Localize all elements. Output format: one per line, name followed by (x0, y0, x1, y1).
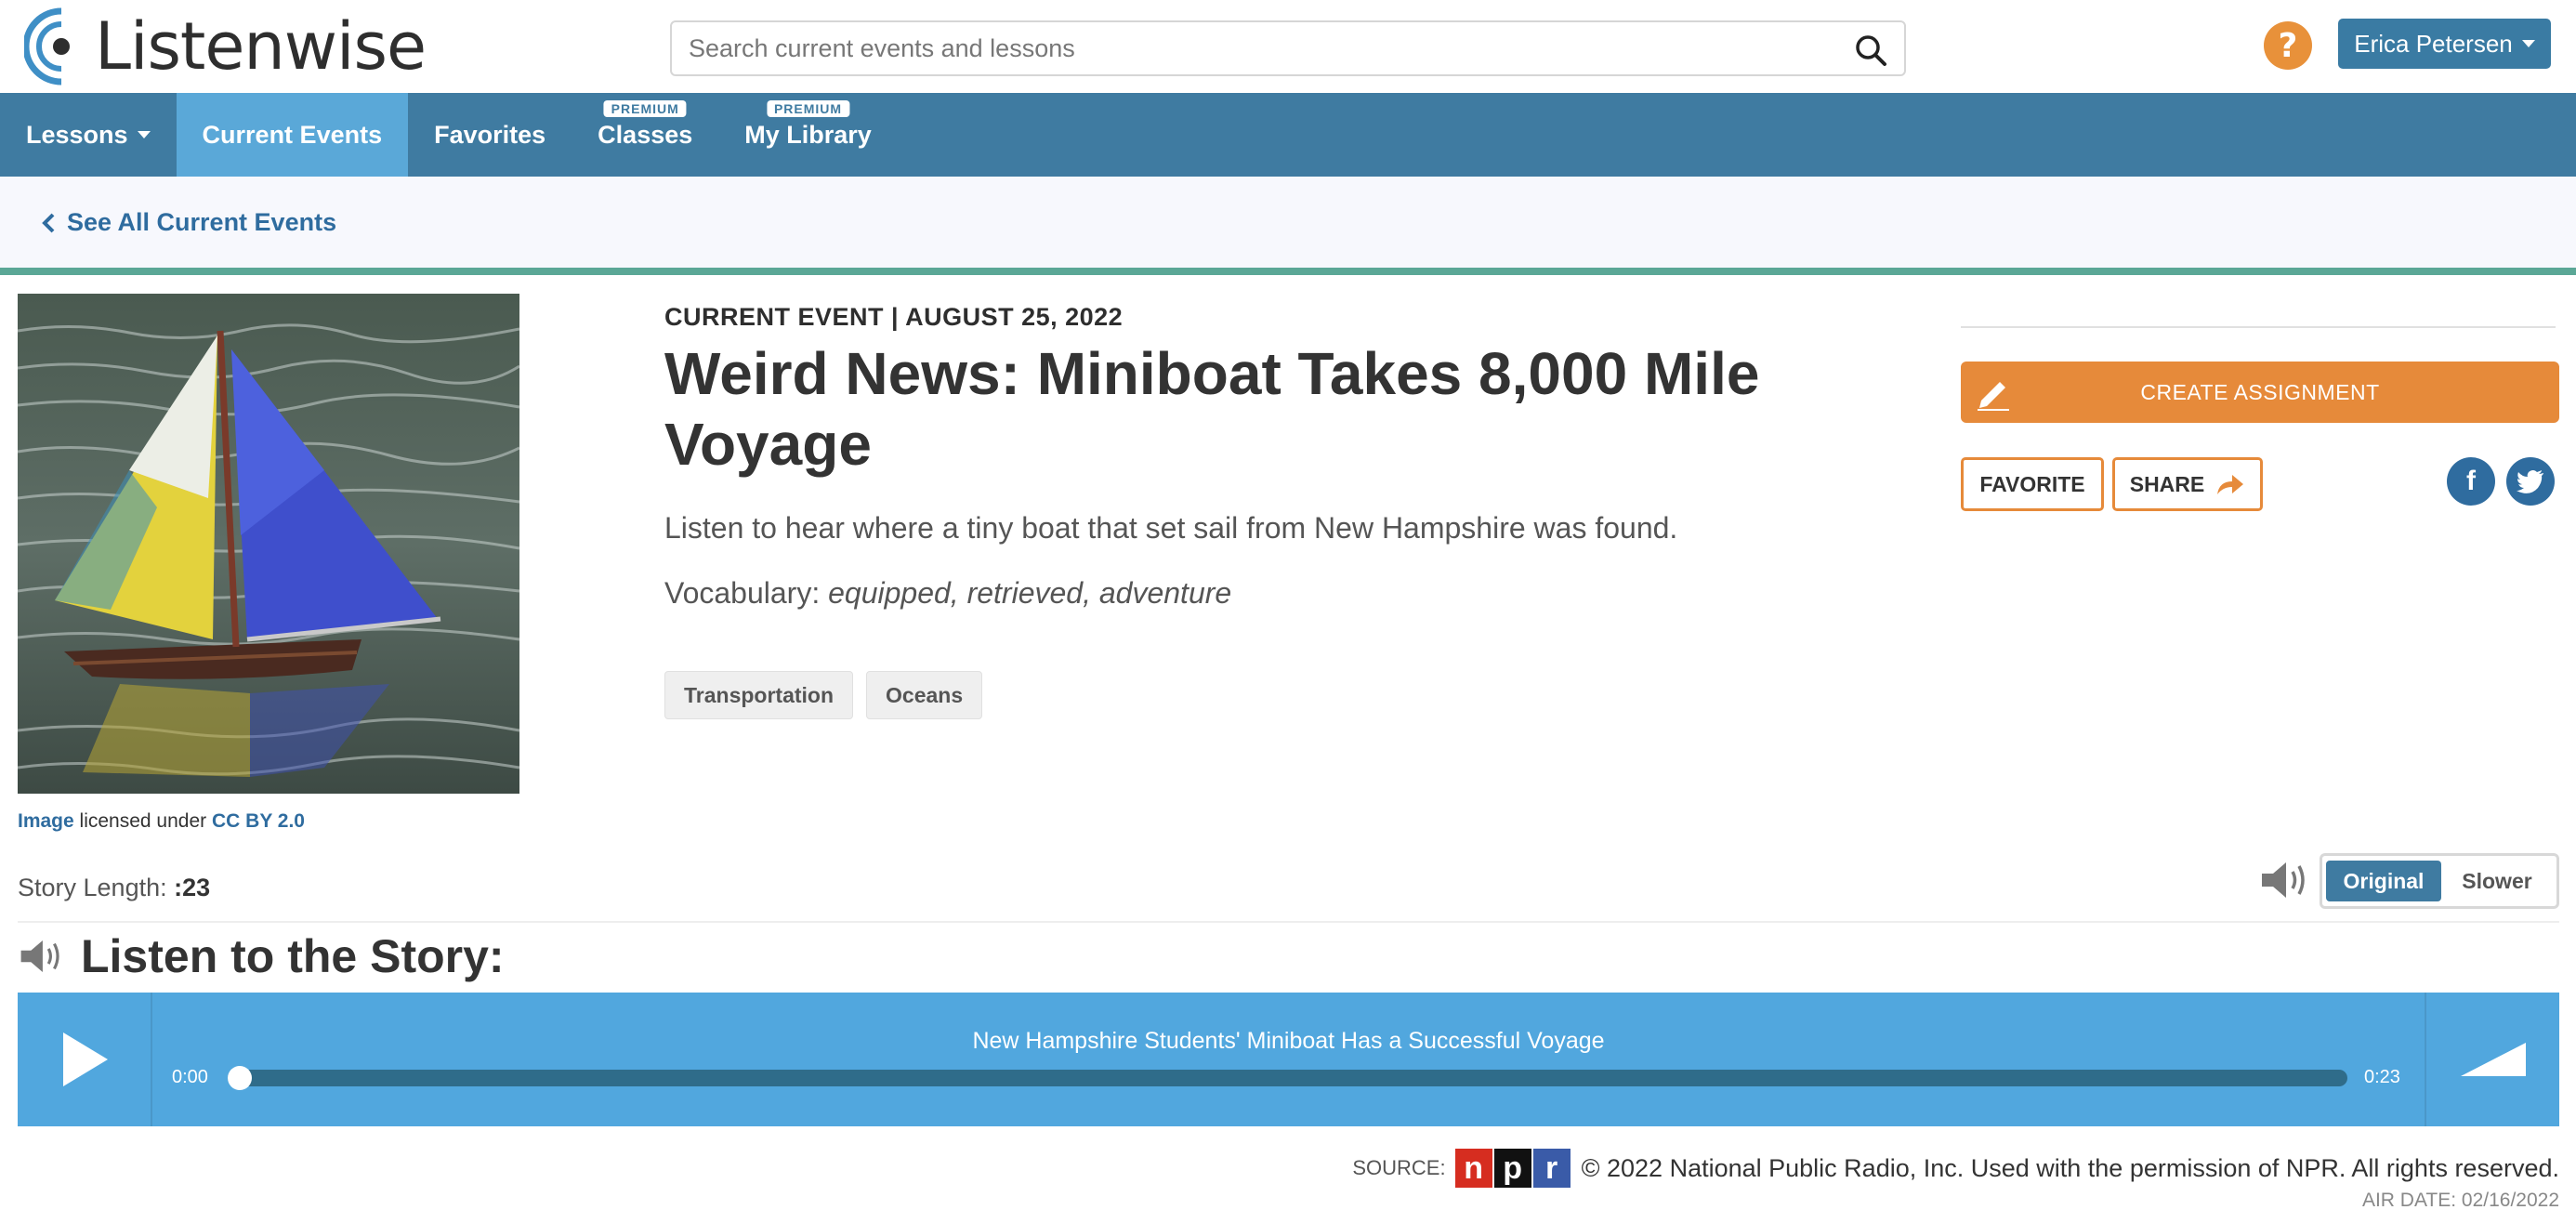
speed-original-button[interactable]: Original (2326, 861, 2441, 901)
help-button[interactable]: ? (2264, 21, 2312, 70)
nav-label: Current Events (202, 120, 383, 149)
see-all-current-events-link[interactable]: See All Current Events (41, 208, 336, 237)
speed-slower-button[interactable]: Slower (2441, 861, 2553, 901)
source-label: SOURCE: (1352, 1156, 1446, 1179)
search-icon[interactable] (1854, 33, 1887, 67)
premium-badge: PREMIUM (766, 100, 850, 117)
progress-bar[interactable] (228, 1066, 2347, 1090)
listenwise-logo[interactable]: Listenwise (24, 0, 427, 93)
logo-mark-icon (24, 7, 70, 85)
main-nav: Lessons Current Events Favorites PREMIUM… (0, 93, 2576, 177)
progress-handle[interactable] (228, 1066, 252, 1090)
image-credit-text: licensed under (79, 810, 207, 832)
twitter-bird-icon (2517, 470, 2543, 493)
create-assignment-button[interactable]: CREATE ASSIGNMENT (1961, 362, 2559, 423)
breadcrumb-bar: See All Current Events (0, 177, 2576, 268)
volume-level-icon (2460, 1043, 2526, 1076)
article-description: Listen to hear where a tiny boat that se… (664, 511, 1678, 545)
nav-favorites[interactable]: Favorites (408, 93, 572, 177)
nav-label: Favorites (434, 120, 546, 149)
article-title: Weird News: Miniboat Takes 8,000 Mile Vo… (664, 340, 1760, 478)
caret-down-icon (2521, 40, 2535, 47)
vocab-label: Vocabulary: (664, 576, 821, 610)
nav-label: My Library (744, 120, 872, 149)
brand-name: Listenwise (95, 8, 427, 85)
tag-transportation[interactable]: Transportation (664, 671, 854, 719)
twitter-icon[interactable] (2506, 457, 2555, 506)
user-name: Erica Petersen (2354, 29, 2513, 58)
source-attribution: SOURCE: n p r © 2022 National Public Rad… (1352, 1149, 2559, 1188)
favorite-label: FAVORITE (1979, 471, 2085, 496)
duration: 0:23 (2364, 1067, 2400, 1087)
story-length: Story Length: :23 (18, 874, 210, 902)
npr-logo-letter: n (1454, 1149, 1492, 1188)
story-length-value: :23 (174, 874, 211, 901)
search-bar (670, 20, 1906, 76)
nav-lessons[interactable]: Lessons (0, 93, 177, 177)
play-button[interactable] (18, 993, 152, 1126)
vocab-words: equipped, retrieved, adventure (828, 576, 1232, 610)
chevron-left-icon (42, 213, 55, 232)
story-length-label: Story Length: (18, 874, 167, 901)
tag-oceans[interactable]: Oceans (866, 671, 983, 719)
user-menu-button[interactable]: Erica Petersen (2338, 19, 2551, 69)
image-source-link[interactable]: Image (18, 810, 74, 832)
create-assignment-label: CREATE ASSIGNMENT (2140, 379, 2380, 404)
speaker-icon (20, 940, 59, 973)
license-link[interactable]: CC BY 2.0 (212, 810, 305, 832)
current-time: 0:00 (172, 1067, 208, 1087)
playback-speed-toggle: Original Slower (2320, 853, 2559, 909)
npr-logo: n p r (1454, 1149, 1572, 1188)
caret-down-icon (137, 131, 151, 138)
nav-label: Lessons (26, 120, 128, 149)
share-button[interactable]: SHARE (2112, 457, 2263, 511)
audio-player: New Hampshire Students' Miniboat Has a S… (18, 993, 2559, 1126)
nav-my-library[interactable]: PREMIUM My Library (718, 93, 898, 177)
track-title: New Hampshire Students' Miniboat Has a S… (972, 1028, 1605, 1054)
listen-divider (18, 921, 2559, 923)
share-label: SHARE (2129, 471, 2205, 496)
premium-badge: PREMIUM (603, 100, 687, 117)
topic-tags: Transportation Oceans (664, 671, 983, 719)
facebook-icon[interactable]: f (2447, 457, 2495, 506)
story-image (18, 294, 519, 794)
top-header: Listenwise ? Erica Petersen (0, 0, 2576, 93)
vocabulary: Vocabulary: equipped, retrieved, adventu… (664, 576, 1231, 611)
favorite-button[interactable]: FAVORITE (1961, 457, 2104, 511)
search-input[interactable] (672, 33, 1824, 64)
image-credit: Image licensed under CC BY 2.0 (18, 810, 305, 833)
share-arrow-icon (2217, 475, 2244, 494)
nav-label: Classes (598, 120, 693, 149)
help-icon: ? (2278, 26, 2298, 65)
listen-heading: Listen to the Story: (18, 926, 505, 987)
speaker-icon (2262, 862, 2305, 898)
volume-button[interactable] (2425, 993, 2559, 1126)
article-eyebrow: CURRENT EVENT | AUGUST 25, 2022 (664, 303, 1124, 331)
nav-classes[interactable]: PREMIUM Classes (572, 93, 718, 177)
npr-logo-letter: p (1493, 1149, 1531, 1188)
air-date: AIR DATE: 02/16/2022 (2361, 1190, 2559, 1211)
pencil-icon (1978, 382, 2009, 411)
actions-divider (1961, 326, 2556, 328)
npr-logo-letter: r (1532, 1149, 1571, 1188)
section-divider (0, 268, 2576, 275)
copyright-text: © 2022 National Public Radio, Inc. Used … (1581, 1153, 2559, 1182)
listen-title: Listen to the Story: (81, 930, 505, 982)
nav-current-events[interactable]: Current Events (176, 93, 409, 177)
breadcrumb-label: See All Current Events (67, 208, 337, 236)
